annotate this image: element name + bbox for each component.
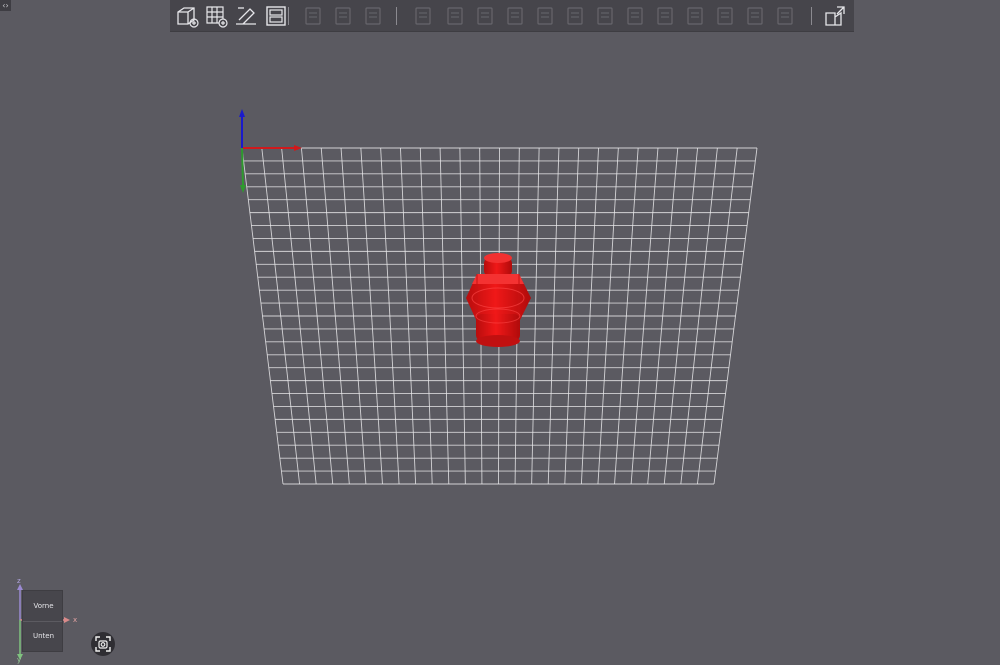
- layout-panel-button[interactable]: [263, 3, 289, 29]
- paste-icon: [335, 7, 351, 25]
- cut-icon: [537, 7, 553, 25]
- paste-button[interactable]: [330, 3, 356, 29]
- scale-icon: [477, 7, 493, 25]
- rotate-button[interactable]: [442, 3, 468, 29]
- split-icon: [567, 7, 583, 25]
- axis-y-arrow: [240, 185, 246, 193]
- add-grid-button[interactable]: [203, 3, 229, 29]
- split-button[interactable]: [562, 3, 588, 29]
- layout-panel-icon: [266, 6, 286, 26]
- toolbar-separator: [288, 7, 289, 25]
- add-box-icon: [177, 7, 199, 28]
- navigation-cube[interactable]: Vorne Unten: [22, 590, 63, 652]
- camera-focus-icon: [95, 636, 111, 652]
- cut-button[interactable]: [532, 3, 558, 29]
- toolbar-separator: [811, 7, 812, 25]
- place-on-face-icon: [507, 7, 523, 25]
- nav-axis-y-label: y: [17, 656, 22, 664]
- world-axes: [239, 109, 302, 193]
- scale-button[interactable]: [472, 3, 498, 29]
- nav-axis-z-label: z: [17, 577, 21, 585]
- nav-axis-x-label: x: [73, 616, 78, 624]
- axis-z-arrow: [239, 109, 245, 117]
- arrange-button[interactable]: [742, 3, 768, 29]
- axis-y-line: [241, 147, 244, 187]
- arrange-icon: [747, 7, 763, 25]
- text-emboss-button[interactable]: [652, 3, 678, 29]
- move-icon: [415, 7, 431, 25]
- layers-button[interactable]: [360, 3, 386, 29]
- export-icon: [825, 6, 845, 26]
- panel-toggle-button[interactable]: ‹›: [0, 0, 11, 11]
- frame-button[interactable]: [772, 3, 798, 29]
- camera-reset-button[interactable]: [91, 632, 115, 656]
- navcube-edge: [23, 621, 62, 622]
- axis-x-arrow: [294, 145, 302, 151]
- scene-canvas[interactable]: [0, 0, 1000, 665]
- add-grid-icon: [206, 6, 228, 28]
- support-button[interactable]: [592, 3, 618, 29]
- print-bed-icon: [236, 7, 256, 25]
- measure-icon: [687, 7, 703, 25]
- support-icon: [597, 7, 613, 25]
- move-button[interactable]: [410, 3, 436, 29]
- measure-button[interactable]: [682, 3, 708, 29]
- text-emboss-icon: [657, 7, 673, 25]
- add-box-button[interactable]: [174, 3, 200, 29]
- brim-button[interactable]: [712, 3, 738, 29]
- navcube-face-front[interactable]: Vorne: [23, 602, 64, 610]
- navcube-face-bottom[interactable]: Unten: [23, 632, 64, 640]
- frame-icon: [777, 7, 793, 25]
- toolbar-separator: [396, 7, 397, 25]
- print-bed-button[interactable]: [233, 3, 259, 29]
- rotate-icon: [447, 7, 463, 25]
- hollow-icon: [627, 7, 643, 25]
- place-on-face-button[interactable]: [502, 3, 528, 29]
- hollow-button[interactable]: [622, 3, 648, 29]
- export-button[interactable]: [822, 3, 848, 29]
- brim-icon: [717, 7, 733, 25]
- model-object[interactable]: [466, 253, 531, 347]
- 3d-viewport[interactable]: ‹› z x y Vorne Unten: [0, 0, 1000, 665]
- copy-icon: [305, 7, 321, 25]
- layers-icon: [365, 7, 381, 25]
- main-toolbar: [170, 0, 854, 32]
- copy-button[interactable]: [300, 3, 326, 29]
